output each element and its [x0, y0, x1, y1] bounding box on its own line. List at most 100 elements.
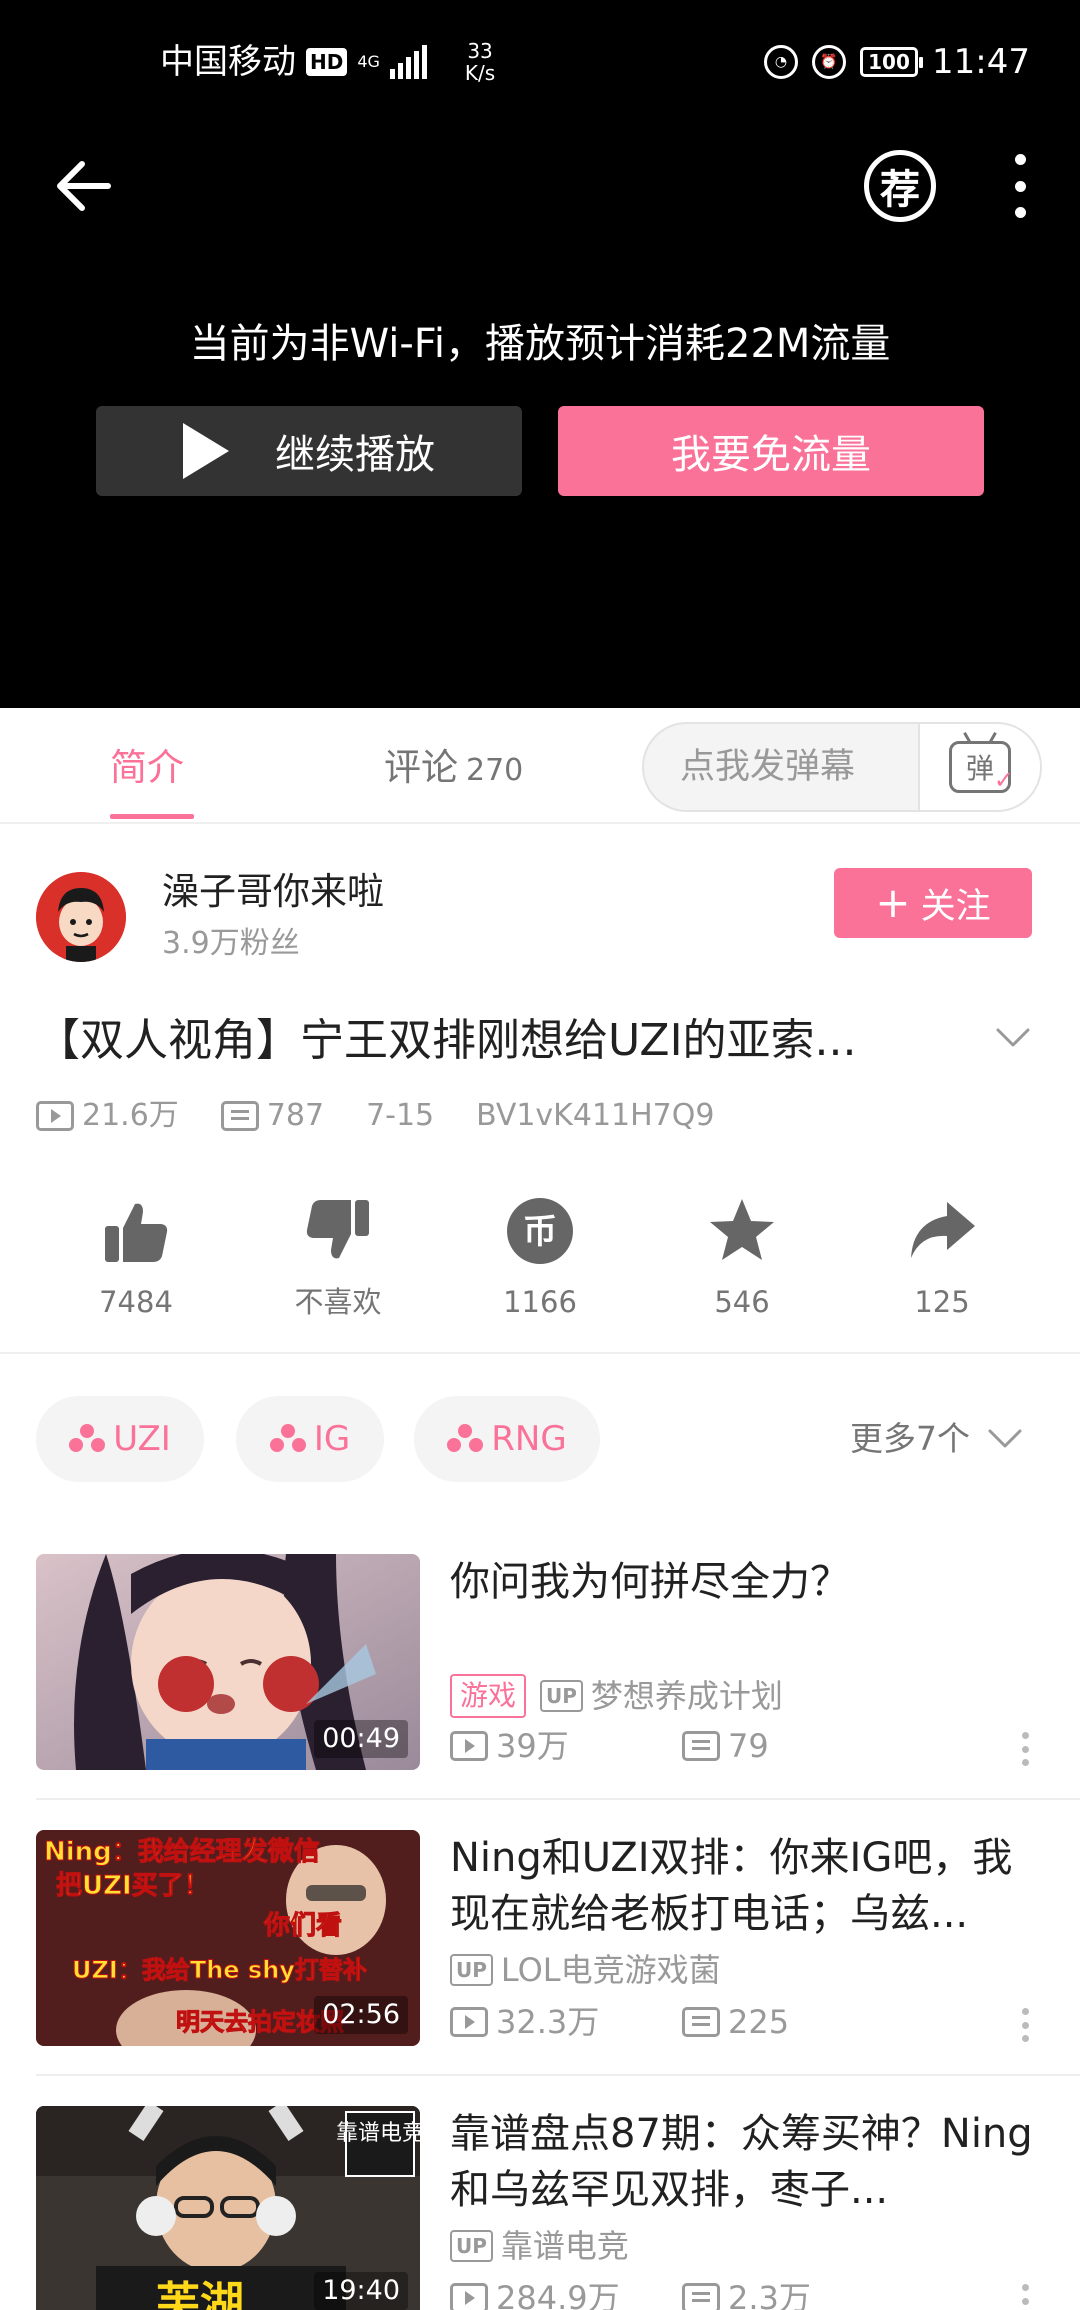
network-speed: 33 K/s	[465, 40, 495, 84]
danmaku-count-icon	[682, 1731, 720, 1761]
carrier-name: 中国移动	[160, 42, 296, 82]
alarm-icon: ⏰	[812, 45, 847, 79]
more-options-button[interactable]	[1000, 154, 1040, 218]
favorite-count: 546	[714, 1285, 770, 1319]
danmaku-count: 787	[266, 1098, 325, 1133]
back-button[interactable]	[52, 158, 116, 214]
danmaku-tv-icon: 弹 ✓	[949, 741, 1014, 794]
danmaku-toggle-button[interactable]: 弹 ✓	[918, 724, 1040, 810]
view-count: 21.6万	[82, 1098, 179, 1133]
speed-value: 33	[467, 39, 493, 63]
recommend-button[interactable]: 荐	[864, 150, 936, 222]
dislike-label: 不喜欢	[294, 1285, 382, 1319]
item-more-button[interactable]	[1022, 2284, 1034, 2310]
share-button[interactable]: 125	[852, 1196, 1032, 1322]
dot	[1022, 1732, 1029, 1739]
follow-button[interactable]: + 关注	[834, 868, 1032, 938]
tag-ig[interactable]: IG	[236, 1396, 384, 1482]
star-icon	[710, 1199, 774, 1260]
item-more-button[interactable]	[1022, 2008, 1034, 2042]
related-video-stats: 32.3万 225	[450, 2000, 789, 2044]
related-video-item[interactable]: Ning：我给经理发微信 把UZI买了！ 你们看 UZI：我给The shy打替…	[36, 1830, 1044, 2046]
related-video-item[interactable]: 00:49 你问我为何拼尽全力？ 游戏 UP 梦想养成计划 39万 79	[36, 1554, 1044, 1770]
video-thumbnail[interactable]: 00:49	[36, 1554, 420, 1770]
continue-play-button[interactable]: 继续播放	[96, 406, 522, 496]
coin-char: 币	[523, 1212, 557, 1252]
check-icon: ✓	[993, 766, 1014, 794]
view-count: 284.9万	[496, 2279, 620, 2310]
favorite-button[interactable]: 546	[652, 1196, 832, 1322]
thumb-caption: Ning：我给经理发微信	[44, 1836, 320, 1867]
coin-button[interactable]: 币 1166	[450, 1196, 630, 1322]
uploader-name[interactable]: 梦想养成计划	[591, 1674, 783, 1718]
chevron-down-icon[interactable]	[996, 1020, 1030, 1054]
free-data-button[interactable]: 我要免流量	[558, 406, 984, 496]
tab-intro[interactable]: 简介	[110, 740, 184, 796]
video-title[interactable]: 【双人视角】宁王双排刚想给UZI的亚索...	[36, 1010, 926, 1072]
tag-label: IG	[313, 1419, 351, 1459]
divider	[36, 2074, 1080, 2076]
chevron-down-icon	[988, 1429, 1022, 1448]
dot	[1022, 2297, 1029, 2305]
tag-uzi[interactable]: UZI	[36, 1396, 204, 1482]
dot	[1022, 1745, 1029, 1753]
danmaku-count: 2.3万	[728, 2279, 811, 2310]
related-video-stats: 284.9万 2.3万	[450, 2276, 811, 2310]
category-badge: 游戏	[450, 1674, 527, 1718]
signal-icon	[389, 45, 427, 79]
tag-label: RNG	[491, 1419, 567, 1459]
video-thumbnail[interactable]: 芙湖 靠谱电竞 19:40	[36, 2106, 420, 2310]
danmaku-input[interactable]: 点我发弹幕	[680, 724, 855, 810]
share-arrow-icon	[911, 1202, 975, 1258]
bv-id: BV1vK411H7Q9	[476, 1098, 715, 1133]
more-tags-button[interactable]: 更多7个	[850, 1414, 1022, 1464]
hd-badge: HD	[306, 48, 348, 76]
avatar-illustration	[36, 872, 126, 962]
dot	[1014, 180, 1026, 192]
uploader-name[interactable]: 澡子哥你来啦	[162, 866, 384, 918]
item-more-button[interactable]	[1022, 1732, 1034, 1766]
danmaku-icon-char: 弹	[965, 752, 994, 785]
dot	[1014, 207, 1026, 218]
coin-icon: 币	[507, 1198, 573, 1264]
danmaku-count-icon	[220, 1101, 259, 1131]
tag-icon	[447, 1424, 484, 1454]
thumb-caption: 你们看	[263, 1911, 342, 1941]
danmaku-bar[interactable]: 点我发弹幕 弹 ✓	[642, 722, 1042, 812]
tab-comments[interactable]: 评论 270	[384, 740, 523, 799]
channel-logo: 靠谱电竞	[336, 2121, 420, 2146]
dot	[1022, 2284, 1029, 2291]
active-tab-indicator	[110, 814, 194, 819]
video-player[interactable]: 中国移动 HD 4G 33 K/s ◔ ⏰ 100 11:47 荐 当前为非Wi…	[0, 0, 1080, 708]
related-video-title[interactable]: 你问我为何拼尽全力？	[450, 1554, 1040, 1610]
speed-unit: K/s	[464, 61, 496, 85]
like-button[interactable]: 7484	[46, 1196, 226, 1322]
related-video-title[interactable]: 靠谱盘点87期：众筹买神？Ning和乌兹罕见双排，枣子...	[450, 2106, 1040, 2218]
tag-rng[interactable]: RNG	[414, 1396, 600, 1482]
play-count-icon	[450, 1731, 488, 1761]
danmaku-count: 79	[728, 1727, 769, 1765]
uploader-avatar[interactable]	[36, 872, 126, 962]
view-count: 39万	[496, 1727, 569, 1765]
danmaku-count-icon	[682, 2283, 720, 2310]
uploader-name[interactable]: 靠谱电竞	[501, 2224, 629, 2268]
thumb-caption: UZI：我给The shy打替补	[72, 1956, 367, 1984]
arrow-left-icon	[57, 161, 111, 211]
tag-label: UZI	[113, 1419, 171, 1459]
thumb-caption: 芙湖	[156, 2278, 244, 2310]
like-count: 7484	[99, 1285, 173, 1319]
up-badge: UP	[450, 2230, 493, 2262]
related-video-title[interactable]: Ning和UZI双排：你来IG吧，我现在就给老板打电话；乌兹...	[450, 1830, 1040, 1942]
thumbs-up-icon	[105, 1203, 168, 1262]
clock: 11:47	[932, 42, 1030, 82]
video-duration: 02:56	[314, 1996, 408, 2034]
related-video-item[interactable]: 芙湖 靠谱电竞 19:40 靠谱盘点87期：众筹买神？Ning和乌兹罕见双排，枣…	[36, 2106, 1044, 2310]
divider	[0, 1352, 1080, 1354]
dot	[1022, 2008, 1029, 2015]
video-stats: 21.6万 787 7-15 BV1vK411H7Q9	[36, 1094, 714, 1138]
video-thumbnail[interactable]: Ning：我给经理发微信 把UZI买了！ 你们看 UZI：我给The shy打替…	[36, 1830, 420, 2046]
dislike-button[interactable]: 不喜欢	[248, 1196, 428, 1322]
divider	[0, 822, 1080, 824]
uploader-name[interactable]: LOL电竞游戏菌	[501, 1948, 721, 1992]
related-video-uploader: 游戏 UP 梦想养成计划	[450, 1674, 783, 1718]
